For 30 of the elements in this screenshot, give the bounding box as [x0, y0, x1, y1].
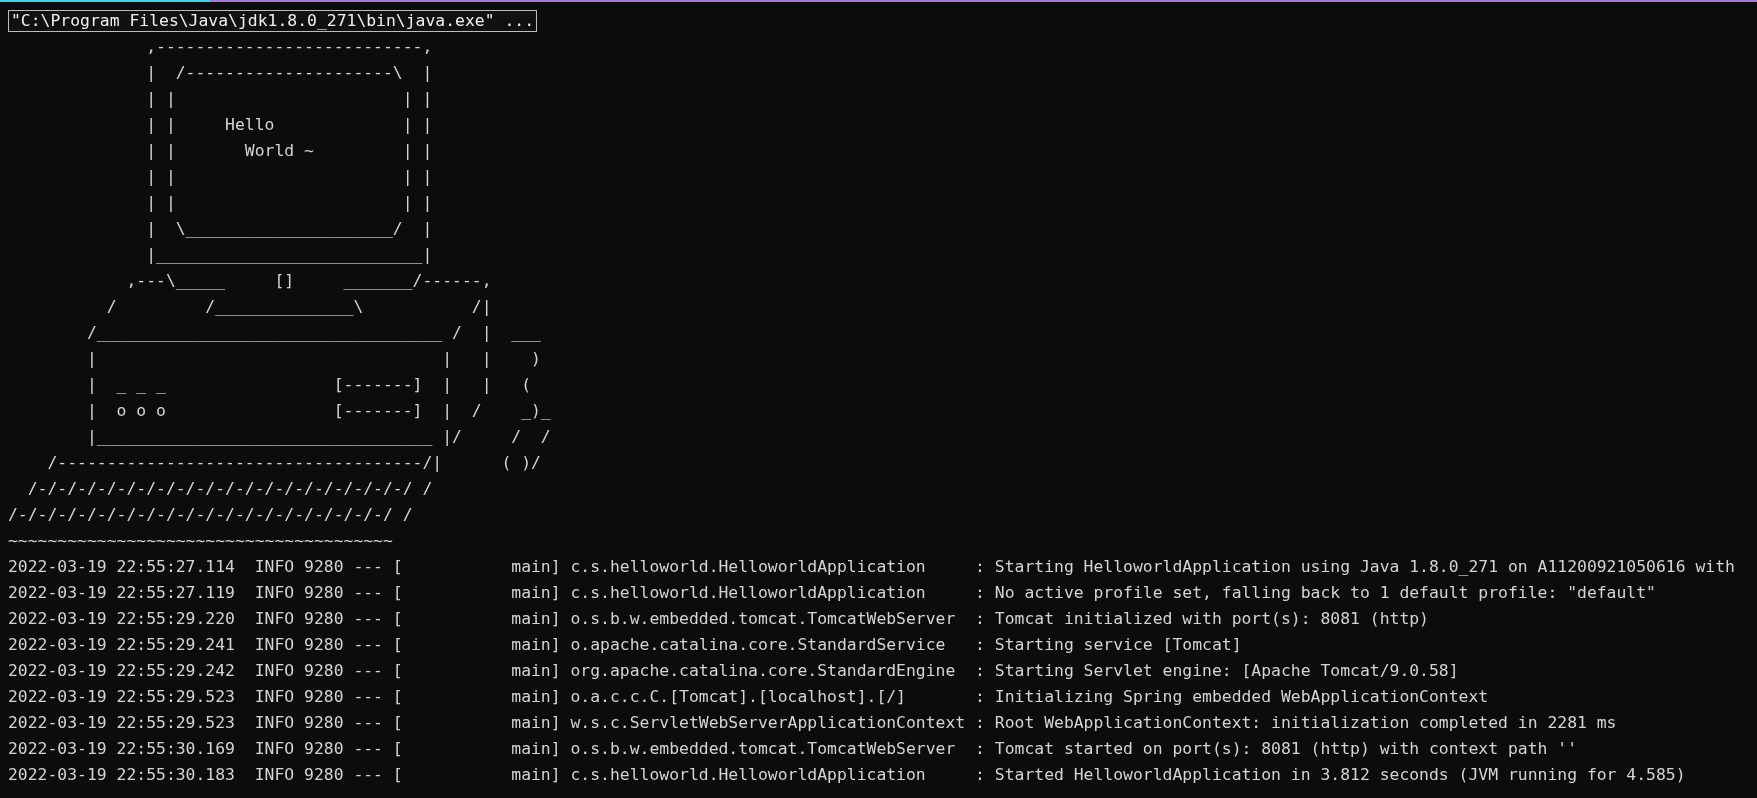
log-line: 2022-03-19 22:55:29.220 INFO 9280 --- [ main] o.s.b.w.embedded.tomcat.TomcatWebServer : Tomcat initialized with port(s): 8081 (http) [8, 608, 1429, 630]
ascii-art-line: | o o o [-------] | / _)_ [85, 400, 551, 422]
log-line: 2022-03-19 22:55:27.119 INFO 9280 --- [ main] c.s.helloworld.HelloworldApplication : No active profile set, falling back to 1 default profile: "default" [8, 582, 1656, 604]
ascii-art-line: | | | ) [85, 348, 541, 370]
ascii-art-line: / /______________\ /| [105, 296, 492, 318]
ascii-art-line: ,---\_____ [] _______/------, [125, 270, 492, 292]
ascii-art-line: | | | | [145, 192, 433, 214]
ascii-art-line: | | Hello | | [145, 114, 433, 136]
log-line: 2022-03-19 22:55:30.169 INFO 9280 --- [ main] o.s.b.w.embedded.tomcat.TomcatWebServer : Tomcat started on port(s): 8081 (http) with context path '' [8, 738, 1577, 760]
ascii-art-line: /-/-/-/-/-/-/-/-/-/-/-/-/-/-/-/-/-/-/-/ / [8, 504, 413, 526]
log-line: 2022-03-19 22:55:29.242 INFO 9280 --- [ main] org.apache.catalina.core.StandardEngine : Starting Servlet engine: [Apache Tomcat/9.0.58] [8, 660, 1459, 682]
ascii-art-line: |__________________________________ |/ / / [85, 426, 551, 448]
ascii-art-line: /-------------------------------------/| ( )/ [46, 452, 541, 474]
ascii-art-line: /-/-/-/-/-/-/-/-/-/-/-/-/-/-/-/-/-/-/-/ / [26, 478, 433, 500]
ascii-art-line: | \_____________________/ | [145, 218, 433, 240]
log-line: 2022-03-19 22:55:29.241 INFO 9280 --- [ main] o.apache.catalina.core.StandardService : Starting service [Tomcat] [8, 634, 1242, 656]
log-line: 2022-03-19 22:55:29.523 INFO 9280 --- [ main] w.s.c.ServletWebServerApplicationContext : Root WebApplicationContext: initialization completed in 2281 ms [8, 712, 1617, 734]
ascii-art-line: ,---------------------------, [145, 36, 433, 58]
ascii-art-line: | _ _ _ [-------] | | ( [85, 374, 531, 396]
window-title: "C:\Program Files\Java\jdk1.8.0_271\bin\java.exe" ... [8, 10, 537, 32]
log-line: 2022-03-19 22:55:30.183 INFO 9280 --- [ main] c.s.helloworld.HelloworldApplication : Started HelloworldApplication in 3.812 seconds (JVM running for 4.585) [8, 764, 1686, 786]
ascii-art-line: | | World ~ | | [145, 140, 433, 162]
log-line: 2022-03-19 22:55:27.114 INFO 9280 --- [ main] c.s.helloworld.HelloworldApplication : Starting HelloworldApplication using Java 1.8.0_271 on A11200921050616 with [8, 556, 1735, 578]
banner-rule: ~~~~~~~~~~~~~~~~~~~~~~~~~~~~~~~~~~~~~~~ [8, 530, 393, 552]
ascii-art-line: | /---------------------\ | [145, 62, 433, 84]
ascii-art-line: | | | | [145, 88, 433, 110]
ascii-art-line: |___________________________| [145, 244, 433, 266]
ascii-art-line: /___________________________________ / | ___ [85, 322, 541, 344]
ascii-art-line: | | | | [145, 166, 433, 188]
log-line: 2022-03-19 22:55:29.523 INFO 9280 --- [ main] o.a.c.c.C.[Tomcat].[localhost].[/] : Initializing Spring embedded WebApplicationContext [8, 686, 1489, 708]
